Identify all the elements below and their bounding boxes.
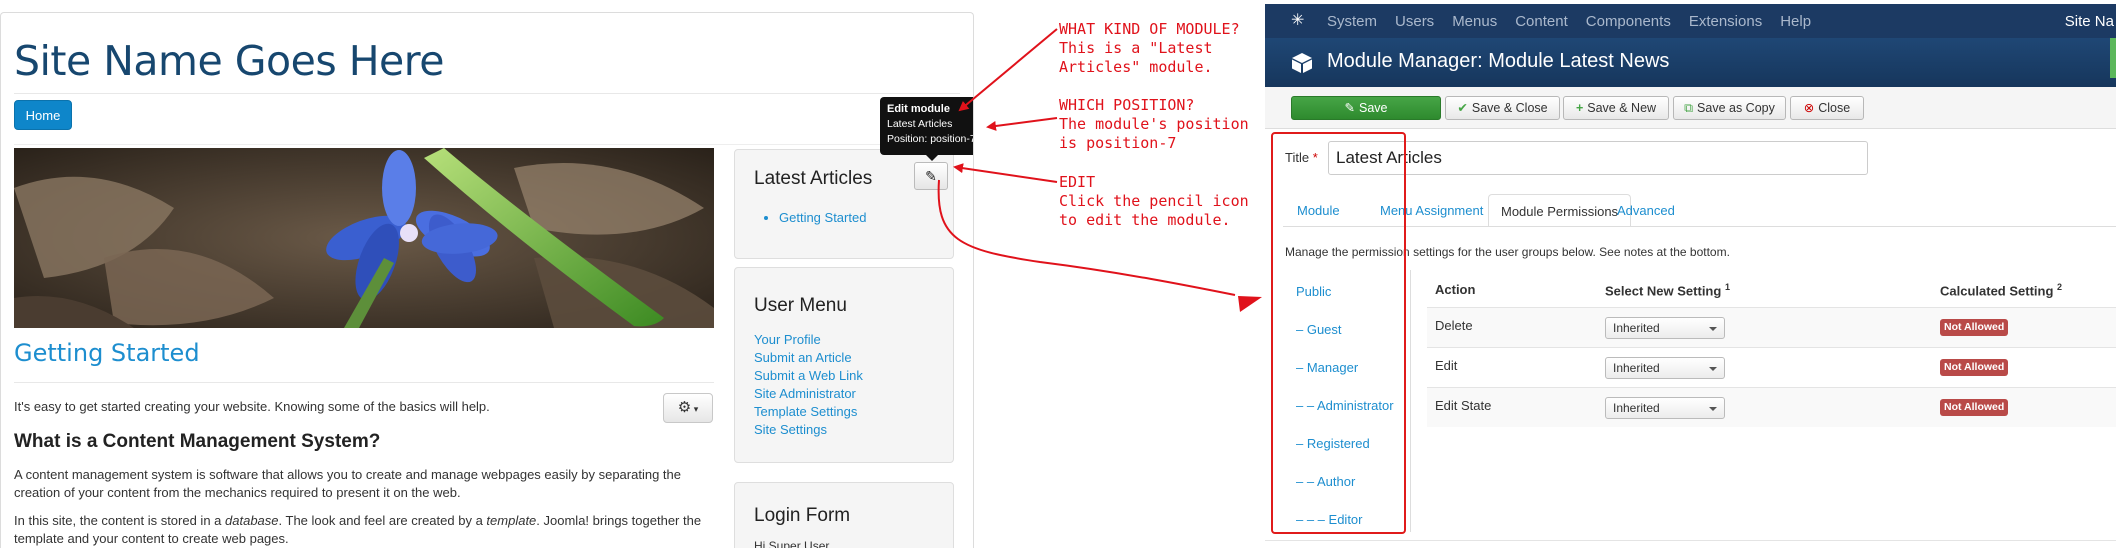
arrow-to-module-type: [958, 28, 1058, 112]
permission-select[interactable]: Inherited: [1605, 397, 1725, 419]
joomla-logo-icon[interactable]: ✳: [1291, 13, 1304, 29]
edit-icon: ✎: [1344, 101, 1355, 115]
permission-select[interactable]: Inherited: [1605, 357, 1725, 379]
arrow-to-position: [986, 117, 1058, 131]
action-name: Edit State: [1435, 398, 1492, 413]
select-value: Inherited: [1613, 361, 1660, 375]
menu-menus[interactable]: Menus: [1452, 13, 1497, 30]
calculated-header-text: Calculated Setting: [1940, 283, 2054, 299]
arrow-to-pencil: [953, 163, 1058, 183]
menu-components[interactable]: Components: [1586, 13, 1671, 30]
groups-divider: [1410, 270, 1411, 532]
screenshot-root: Site Name Goes Here Home Getting Started…: [0, 0, 2116, 548]
table-row: Edit State Inherited Not Allowed: [1427, 387, 2116, 427]
column-header-action: Action: [1435, 282, 1476, 297]
save-copy-label: Save as Copy: [1697, 101, 1775, 115]
menu-content[interactable]: Content: [1515, 13, 1568, 30]
plus-icon: +: [1575, 101, 1584, 115]
copy-icon: ⧉: [1684, 101, 1694, 115]
caret-down-icon: [1709, 407, 1717, 411]
save-label: Save: [1358, 101, 1388, 115]
caret-down-icon: [1709, 327, 1717, 331]
column-header-calculated: Calculated Setting 2: [1940, 282, 2062, 298]
column-header-select: Select New Setting 1: [1605, 282, 1730, 298]
admin-toolbar: ✎ Save ✔ Save & Close + Save & New ⧉ Save as…: [1265, 87, 2116, 129]
select-header-text: Select New Setting: [1605, 283, 1722, 299]
action-name: Edit: [1435, 358, 1458, 373]
select-value: Inherited: [1613, 401, 1660, 415]
footnote-marker: 1: [1724, 282, 1730, 292]
cube-icon: [1292, 53, 1312, 73]
save-new-label: Save & New: [1587, 101, 1657, 115]
save-close-button[interactable]: ✔ Save & Close: [1445, 96, 1560, 120]
site-name-link[interactable]: Site Na: [2065, 13, 2114, 30]
admin-titlebar: Module Manager: Module Latest News: [1265, 38, 2116, 87]
footnote-marker: 2: [2057, 282, 2063, 292]
menu-extensions[interactable]: Extensions: [1689, 13, 1762, 30]
status-badge: Not Allowed: [1940, 399, 2009, 416]
status-badge: Not Allowed: [1940, 359, 2009, 376]
groups-highlight-box: [1271, 132, 1406, 534]
action-name: Delete: [1435, 318, 1473, 333]
close-button[interactable]: ⊗ Close: [1790, 96, 1864, 120]
save-new-button[interactable]: + Save & New: [1563, 96, 1669, 120]
arrow-to-admin-head: [1238, 296, 1262, 312]
menu-users[interactable]: Users: [1395, 13, 1434, 30]
caret-down-icon: [1709, 367, 1717, 371]
tab-advanced[interactable]: Advanced: [1605, 194, 1687, 227]
menu-system[interactable]: System: [1327, 13, 1377, 30]
check-icon: ✔: [1457, 101, 1468, 115]
title-input[interactable]: [1328, 141, 1868, 175]
permission-select[interactable]: Inherited: [1605, 317, 1725, 339]
admin-panel: ✳ System Users Menus Content Components …: [1265, 4, 2116, 548]
table-row: Edit Inherited Not Allowed: [1427, 347, 2116, 387]
close-icon: ⊗: [1803, 101, 1815, 115]
close-label: Close: [1818, 101, 1851, 115]
admin-menu: System Users Menus Content Components Ex…: [1327, 13, 1811, 30]
save-close-label: Save & Close: [1471, 101, 1548, 115]
admin-topbar: ✳ System Users Menus Content Components …: [1265, 4, 2116, 38]
table-row: Delete Inherited Not Allowed: [1427, 307, 2116, 347]
arrow-to-admin-path: [937, 179, 1236, 296]
divider: [1265, 540, 2116, 541]
status-indicator: [2110, 38, 2116, 78]
menu-help[interactable]: Help: [1780, 13, 1811, 30]
status-badge: Not Allowed: [1940, 319, 2009, 336]
page-title: Module Manager: Module Latest News: [1327, 50, 1670, 72]
tabs-divider: [1283, 226, 2116, 227]
save-copy-button[interactable]: ⧉ Save as Copy: [1673, 96, 1786, 120]
select-value: Inherited: [1613, 321, 1660, 335]
save-button[interactable]: ✎ Save: [1291, 96, 1441, 120]
